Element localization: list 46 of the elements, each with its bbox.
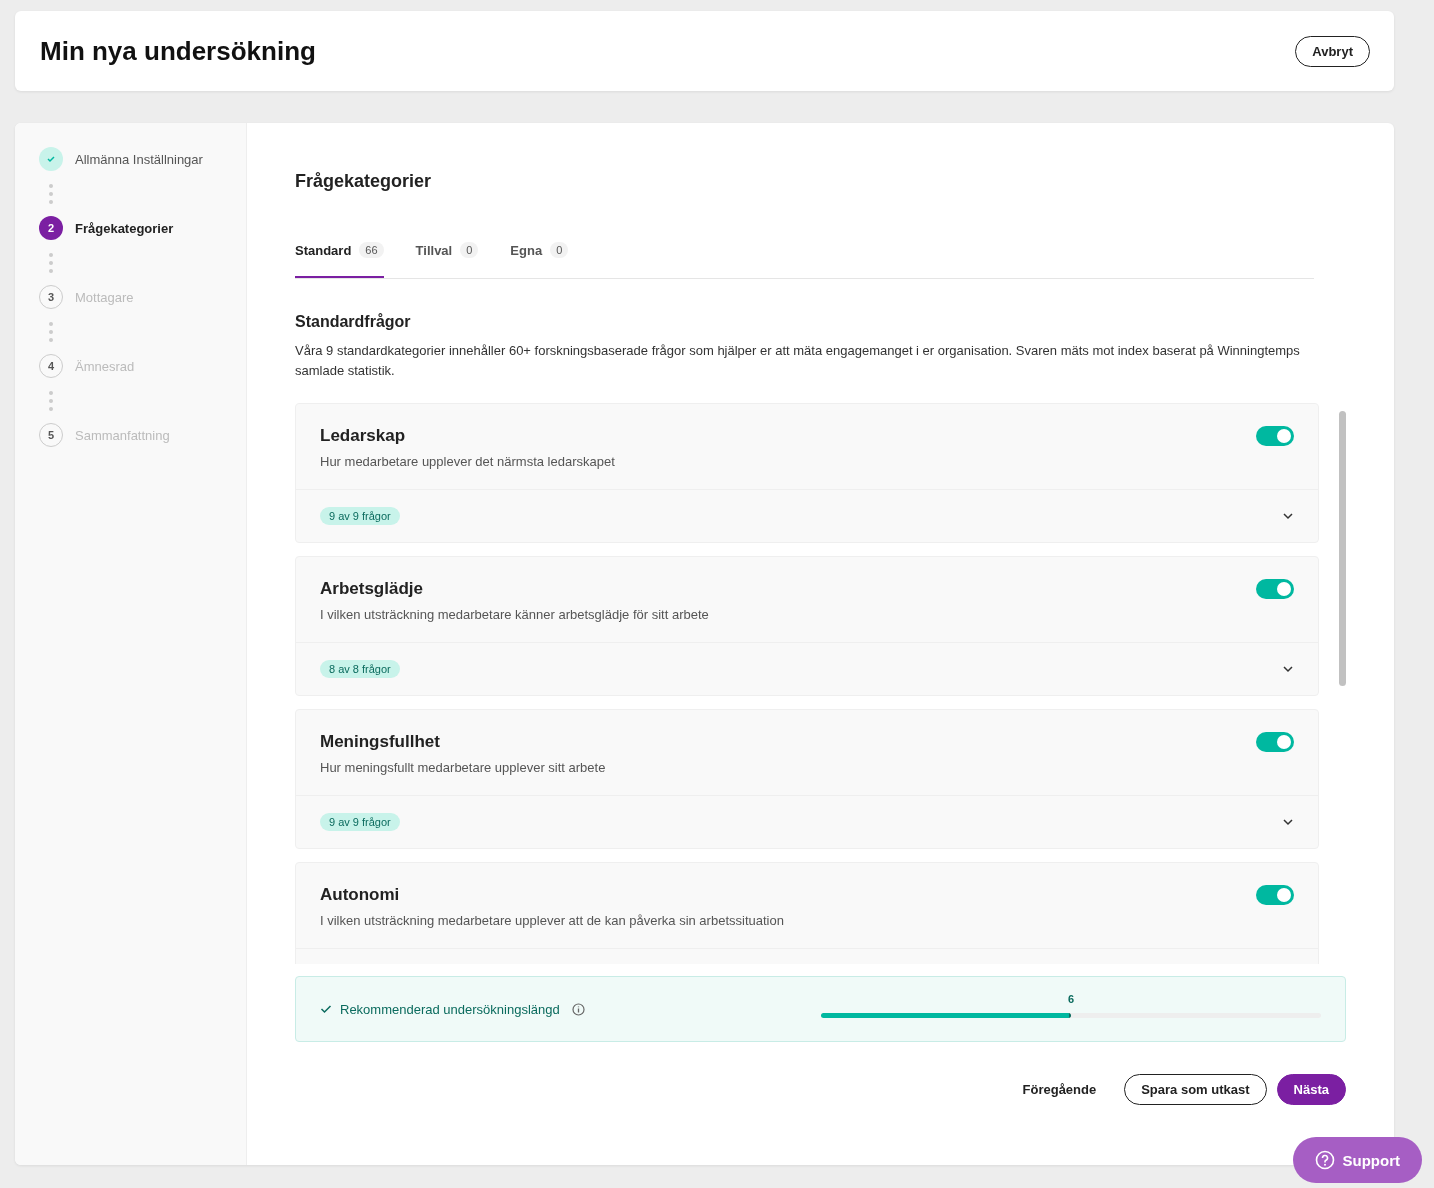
count-badge: 66	[359, 242, 384, 258]
support-button[interactable]: Support	[1292, 1137, 1422, 1183]
save-draft-button[interactable]: Spara som utkast	[1124, 1074, 1267, 1105]
chevron-down-icon[interactable]	[1282, 816, 1294, 828]
toggle-switch[interactable]	[1256, 732, 1294, 752]
step-connector	[49, 253, 53, 273]
subsection-heading: Standardfrågor	[295, 313, 412, 331]
tab[interactable]: Egna 0	[510, 242, 569, 278]
step-connector	[49, 391, 53, 411]
category-title: Meningsfullhet	[320, 732, 441, 752]
step-label[interactable]: Frågekategorier	[75, 220, 174, 236]
category-description: Hur medarbetare upplever det närmsta ledarskapet	[320, 454, 615, 469]
meter-reading: 6	[1067, 993, 1075, 1005]
chevron-down-icon[interactable]	[1282, 510, 1294, 522]
category-title: Arbetsglädje	[320, 579, 424, 599]
step-connector	[49, 322, 53, 342]
section-heading: Frågekategorier	[295, 171, 433, 192]
step-connector	[49, 184, 53, 204]
step-indicator: 2	[39, 216, 63, 240]
description-text: Våra 9 standardkategorier innehåller 60+ forskningsbaserade frågor som hjälper er att mäta engagemanget i er organisation. Svaren mäts mot index baserat på Winningtemps samlade statistik.	[295, 342, 1301, 380]
count-badge: 0	[460, 242, 479, 258]
tab[interactable]: Standard 66	[295, 242, 384, 278]
step-label[interactable]: Allmänna Inställningar	[75, 151, 203, 167]
count-badge: 0	[550, 242, 569, 258]
category-description: Hur meningsfullt medarbetare upplever sitt arbete	[320, 760, 606, 775]
chevron-down-icon[interactable]	[1282, 663, 1294, 675]
category-title: Ledarskap	[320, 426, 407, 446]
scrollbar-thumb[interactable]	[1339, 411, 1346, 686]
question-count-badge: 9 av 9 frågor	[320, 507, 400, 525]
question-count-badge: 8 av 8 frågor	[320, 660, 400, 678]
question-count-badge: 9 av 9 frågor	[320, 813, 400, 831]
category-title: Autonomi	[320, 885, 401, 905]
help-icon	[1314, 1150, 1335, 1170]
toggle-switch[interactable]	[1256, 426, 1294, 446]
toggle-switch[interactable]	[1256, 579, 1294, 599]
recommendation-label: Rekommenderad undersökningslängd	[340, 1001, 560, 1017]
cancel-button[interactable]: Avbryt	[1295, 35, 1370, 67]
tab[interactable]: Tillval 0	[415, 242, 479, 278]
info-icon[interactable]	[571, 1002, 585, 1016]
previous-button[interactable]: Föregående	[1016, 1081, 1103, 1098]
category-description: I vilken utsträckning medarbetare upplever att de kan påverka sin arbetssituation	[320, 913, 784, 928]
check-icon	[320, 1003, 332, 1015]
toggle-switch[interactable]	[1256, 885, 1294, 905]
page-title: Min nya undersökning	[40, 35, 316, 67]
category-description: I vilken utsträckning medarbetare känner arbetsglädje för sitt arbete	[320, 607, 709, 622]
next-button[interactable]: Nästa	[1276, 1074, 1346, 1105]
